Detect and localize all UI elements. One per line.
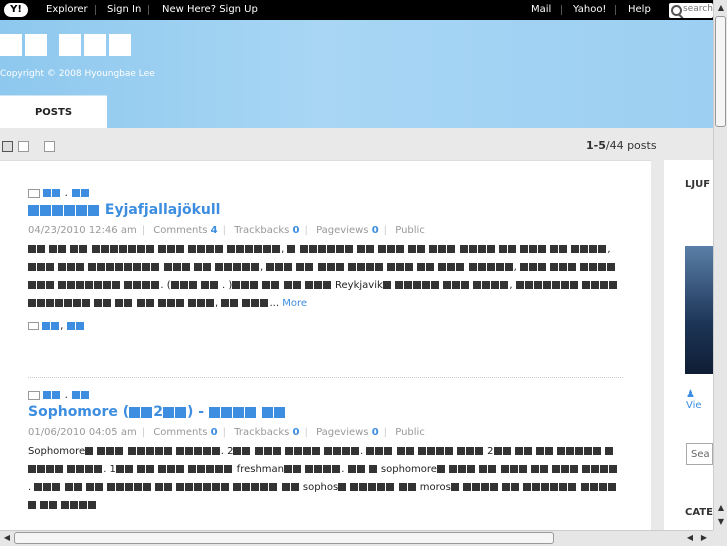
title-glyph — [25, 34, 47, 56]
post-meta: 04/23/2010 12:46 am | Comments 4 | Trackba… — [28, 225, 425, 236]
grid-view-icon[interactable] — [44, 141, 55, 152]
pageviews-count: Pageviews 0 — [316, 427, 379, 438]
post-count: 1-5/44 posts — [586, 139, 657, 152]
summary-view-icon[interactable] — [18, 141, 29, 152]
blog-title[interactable] — [0, 34, 134, 59]
post-title[interactable]: Sophomore (2) - — [28, 402, 623, 422]
post-item: . Sophomore (2) - 01/06/2010 04:05 am | C… — [28, 388, 623, 515]
scroll-right-icon[interactable]: ▶ — [698, 532, 710, 544]
search-icon — [671, 5, 682, 16]
posts-panel: . Eyjafjallajökull 04/23/2010 12:46 am | … — [0, 160, 651, 531]
separator — [561, 5, 562, 15]
trackbacks-link[interactable]: Trackbacks 0 — [234, 225, 299, 236]
vertical-scrollbar[interactable]: ▲ ▲ ▼ — [713, 0, 727, 530]
mail-link[interactable]: Mail — [531, 4, 551, 16]
vertical-scroll-thumb[interactable] — [715, 16, 726, 127]
search-box[interactable] — [669, 3, 713, 18]
post-date: 04/23/2010 12:46 am — [28, 225, 137, 236]
scroll-left-icon[interactable]: ◀ — [1, 532, 13, 544]
tab-posts[interactable]: POSTS — [0, 95, 107, 129]
more-link[interactable]: More — [282, 298, 307, 309]
yahoo-link[interactable]: Yahoo! — [573, 4, 606, 16]
post-title[interactable]: Eyjafjallajökull — [28, 200, 623, 220]
title-glyph — [84, 34, 106, 56]
post-divider — [28, 377, 623, 378]
person-icon: ♟ — [686, 389, 695, 400]
post-tags[interactable]: , — [28, 319, 623, 333]
comments-link[interactable]: Comments 0 — [153, 427, 217, 438]
scroll-up-icon[interactable]: ▲ — [715, 502, 727, 514]
folder-icon — [28, 188, 40, 198]
explorer-link[interactable]: Explorer — [46, 4, 88, 16]
copyright-text: Copyright © 2008 Hyoungbae Lee — [0, 69, 155, 79]
separator — [615, 5, 616, 15]
tag-icon — [28, 322, 39, 330]
post-date: 01/06/2010 04:05 am — [28, 427, 137, 438]
title-glyph — [109, 34, 131, 56]
post-category[interactable]: . — [28, 388, 623, 402]
scrollbar-corner — [713, 530, 727, 545]
post-item: . Eyjafjallajökull 04/23/2010 12:46 am | … — [28, 186, 623, 333]
yahoo-top-bar: Y! Explorer Sign In New Here? Sign Up Ma… — [0, 0, 713, 20]
sidebar-search-input[interactable]: Sea — [686, 443, 713, 465]
post-excerpt: , , , , . ( . ) Reykjavik , , ... More — [28, 241, 620, 313]
sign-in-link[interactable]: Sign In — [107, 4, 141, 16]
separator — [148, 5, 149, 15]
search-input[interactable] — [683, 4, 713, 14]
post-meta: 01/06/2010 04:05 am | Comments 0 | Trackba… — [28, 427, 425, 438]
list-view-icon[interactable] — [2, 141, 13, 152]
right-sidebar: LJUF ♟ Vie Sea CATE — [664, 160, 713, 530]
horizontal-scrollbar[interactable]: ◀ ◀ ▶ — [0, 530, 713, 546]
blog-header: Copyright © 2008 Hyoungbae Lee POSTS — [0, 20, 713, 129]
pageviews-count: Pageviews 0 — [316, 225, 379, 236]
title-glyph — [0, 34, 22, 56]
scroll-left-icon[interactable]: ◀ — [684, 532, 696, 544]
yahoo-logo[interactable]: Y! — [4, 3, 28, 17]
title-glyph — [59, 34, 81, 56]
post-category[interactable]: . — [28, 186, 623, 200]
view-profile-link[interactable]: ♟ Vie — [686, 389, 713, 411]
profile-photo[interactable] — [685, 246, 713, 374]
trackbacks-link[interactable]: Trackbacks 0 — [234, 427, 299, 438]
folder-icon — [28, 390, 40, 400]
horizontal-scroll-thumb[interactable] — [14, 532, 554, 544]
scroll-up-icon[interactable]: ▲ — [715, 2, 727, 14]
help-link[interactable]: Help — [628, 4, 651, 16]
separator — [95, 5, 96, 15]
scroll-down-icon[interactable]: ▼ — [715, 516, 727, 528]
visibility-label: Public — [395, 225, 425, 236]
comments-link[interactable]: Comments 4 — [153, 225, 217, 236]
sidebar-profile-heading: LJUF — [685, 179, 711, 190]
visibility-label: Public — [395, 427, 425, 438]
post-excerpt: Sophomore . 2 . 2 . 1 freshman . sophomo… — [28, 443, 620, 515]
sidebar-categories-heading: CATE — [685, 507, 713, 518]
view-toolbar: 1-5/44 posts — [0, 128, 713, 160]
sign-up-link[interactable]: New Here? Sign Up — [162, 4, 258, 16]
